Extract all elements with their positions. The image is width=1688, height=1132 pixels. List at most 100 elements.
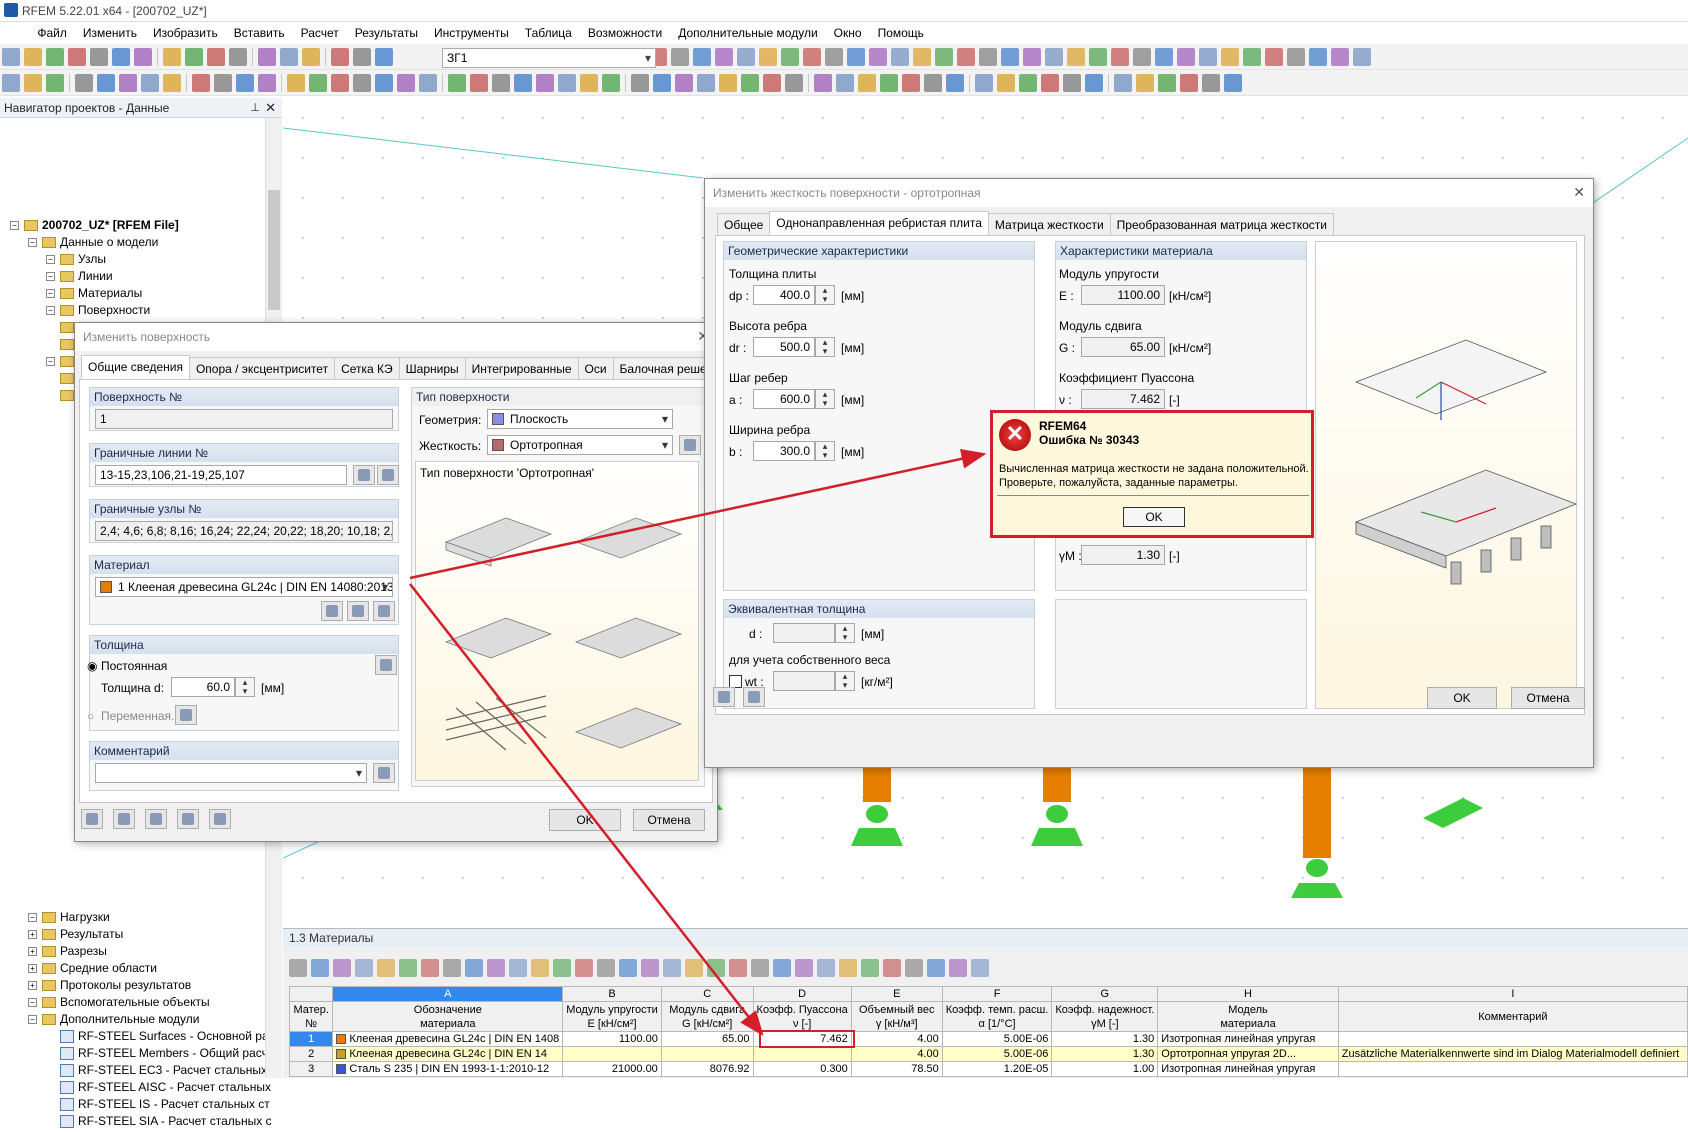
navigator-item[interactable]: − Данные о модели: [28, 235, 158, 253]
table-row[interactable]: 2 Клееная древесина GL24c | DIN EN 14 4.00…: [288, 1046, 1688, 1062]
expand-icon[interactable]: +: [28, 964, 37, 974]
column-header[interactable]: Коэфф. надежност. γM [-]: [1051, 1001, 1159, 1032]
table-cell[interactable]: 5.00E-06: [941, 1031, 1053, 1047]
table-tool-icon[interactable]: [817, 959, 835, 977]
toolbar-tool-icon[interactable]: [75, 74, 93, 92]
toolbar-tool-icon[interactable]: [781, 48, 799, 66]
table-cell[interactable]: 8076.92: [660, 1061, 754, 1077]
navigator-item[interactable]: − Узлы: [46, 252, 106, 270]
table-tool-icon[interactable]: [289, 959, 307, 977]
toolbar-tool-icon[interactable]: [280, 48, 298, 66]
a-spinner[interactable]: ▴ ▾: [815, 389, 835, 409]
thickness-spinner[interactable]: ▴ ▾: [235, 677, 255, 697]
toolbar-tool-icon[interactable]: [1001, 48, 1019, 66]
toolbar-tool-icon[interactable]: [236, 74, 254, 92]
table-cell[interactable]: 1: [288, 1031, 334, 1047]
column-header[interactable]: Объемный вес γ [кН/м³]: [850, 1001, 943, 1032]
table-tool-icon[interactable]: [619, 959, 637, 977]
thickness-variable-radio[interactable]: ○: [87, 709, 94, 723]
toolbar-tool-icon[interactable]: [419, 74, 437, 92]
a-input[interactable]: 600.0: [753, 389, 815, 409]
table-tool-icon[interactable]: [905, 959, 923, 977]
view-icon[interactable]: [177, 809, 199, 829]
menu-results[interactable]: Результаты: [347, 22, 426, 44]
navigator-item[interactable]: − Линии: [46, 269, 113, 287]
tab-axes[interactable]: Оси: [577, 357, 614, 379]
toolbar-tool-icon[interactable]: [1177, 48, 1195, 66]
toolbar-tool-icon[interactable]: [785, 74, 803, 92]
toolbar-tool-icon[interactable]: [1221, 48, 1239, 66]
toolbar-tool-icon[interactable]: [558, 74, 576, 92]
comment-library-icon[interactable]: [373, 763, 395, 783]
table-cell[interactable]: Zusätzliche Materialkennwerte sind im Di…: [1337, 1046, 1688, 1062]
menu-addons[interactable]: Дополнительные модули: [670, 22, 825, 44]
table-tool-icon[interactable]: [839, 959, 857, 977]
toolbar-tool-icon[interactable]: [1199, 48, 1217, 66]
navigator-item[interactable]: +RF-STEEL Surfaces - Основной ра: [46, 1029, 269, 1047]
toolbar-tool-icon[interactable]: [737, 48, 755, 66]
navigator-item[interactable]: − Нагрузки: [28, 910, 110, 928]
toolbar-tool-icon[interactable]: [163, 48, 181, 66]
toolbar-tool-icon[interactable]: [68, 48, 86, 66]
scrollbar-thumb[interactable]: [268, 190, 280, 310]
toolbar-tool-icon[interactable]: [536, 74, 554, 92]
navigator-item[interactable]: +RF-STEEL EC3 - Расчет стальных с: [46, 1063, 276, 1081]
edit-stiffness-icon[interactable]: [679, 435, 701, 455]
expand-icon[interactable]: −: [28, 913, 37, 923]
toolbar-tool-icon[interactable]: [229, 48, 247, 66]
table-tool-icon[interactable]: [773, 959, 791, 977]
toolbar-tool-icon[interactable]: [470, 74, 488, 92]
toolbar-tool-icon[interactable]: [1155, 48, 1173, 66]
stiffness-ok-button[interactable]: OK: [1427, 687, 1497, 709]
expand-icon[interactable]: −: [28, 238, 37, 248]
toolbar-tool-icon[interactable]: [1202, 74, 1220, 92]
pin-icon[interactable]: ⊥: [250, 101, 260, 114]
col-letter[interactable]: B: [562, 986, 662, 1002]
surface-no-field[interactable]: 1: [95, 409, 393, 429]
table-tool-icon[interactable]: [443, 959, 461, 977]
col-letter[interactable]: H: [1157, 986, 1339, 1002]
toolbar-tool-icon[interactable]: [46, 48, 64, 66]
toolbar-tool-icon[interactable]: [46, 74, 64, 92]
navigator-item[interactable]: − Вспомогательные объекты: [28, 995, 210, 1013]
table-cell[interactable]: 21000.00: [562, 1061, 662, 1077]
column-header[interactable]: Модуль сдвига G [кН/см²]: [660, 1001, 754, 1032]
toolbar-tool-icon[interactable]: [1019, 74, 1037, 92]
col-letter[interactable]: I: [1337, 986, 1688, 1002]
tab-stiffness-matrix[interactable]: Матрица жесткости: [987, 213, 1111, 235]
toolbar-tool-icon[interactable]: [902, 74, 920, 92]
toolbar-tool-icon[interactable]: [1023, 48, 1041, 66]
close-icon[interactable]: ✕: [265, 100, 276, 116]
col-letter[interactable]: A: [332, 986, 564, 1002]
menu-file[interactable]: Файл: [29, 22, 75, 44]
toolbar-tool-icon[interactable]: [141, 74, 159, 92]
table-tool-icon[interactable]: [597, 959, 615, 977]
stiffness-cancel-button[interactable]: Отмена: [1511, 687, 1585, 709]
table-tool-icon[interactable]: [971, 959, 989, 977]
dp-spinner[interactable]: ▴ ▾: [815, 285, 835, 305]
toolbar-tool-icon[interactable]: [979, 48, 997, 66]
table-tool-icon[interactable]: [487, 959, 505, 977]
tab-general[interactable]: Общие сведения: [81, 355, 190, 379]
menu-table[interactable]: Таблица: [517, 22, 580, 44]
toolbar-tool-icon[interactable]: [90, 48, 108, 66]
navigator-item[interactable]: + Протоколы результатов: [28, 978, 191, 996]
toolbar-tool-icon[interactable]: [836, 74, 854, 92]
toolbar-tool-icon[interactable]: [759, 48, 777, 66]
select-lines-icon[interactable]: [377, 465, 399, 485]
toolbar-tool-icon[interactable]: [2, 74, 20, 92]
table-cell[interactable]: 5.00E-06: [941, 1046, 1053, 1062]
toolbar-tool-icon[interactable]: [1111, 48, 1129, 66]
expand-icon[interactable]: +: [28, 981, 37, 991]
help-icon[interactable]: [713, 687, 735, 707]
tab-fe-mesh[interactable]: Сетка КЭ: [334, 357, 400, 379]
tab-integrated[interactable]: Интегрированные: [464, 357, 579, 379]
toolbar-tool-icon[interactable]: [946, 74, 964, 92]
table-tool-icon[interactable]: [685, 959, 703, 977]
dp-input[interactable]: 400.0: [753, 285, 815, 305]
col-letter[interactable]: E: [850, 986, 943, 1002]
tab-hinges[interactable]: Шарниры: [398, 357, 466, 379]
table-cell[interactable]: 1.30: [1051, 1031, 1159, 1047]
toolbar-tool-icon[interactable]: [1133, 48, 1151, 66]
toolbar-tool-icon[interactable]: [331, 74, 349, 92]
